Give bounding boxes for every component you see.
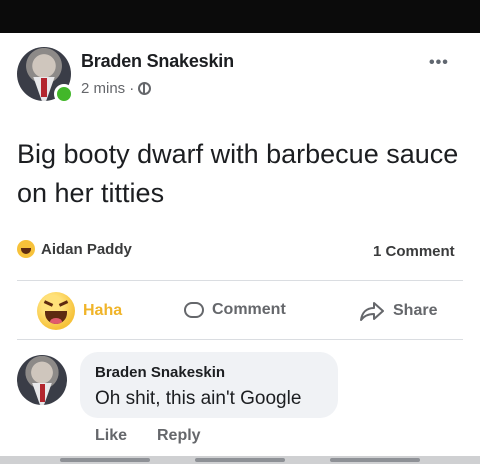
top-status-bar: [0, 0, 480, 33]
bottom-bar-segment: [195, 458, 285, 462]
comment-count-link[interactable]: 1 Comment: [373, 243, 455, 260]
share-icon: [360, 302, 384, 321]
post-timestamp[interactable]: 2 mins: [81, 80, 125, 97]
post-author-name[interactable]: Braden Snakeskin: [81, 51, 234, 72]
reactor-name: Aidan Paddy: [41, 240, 132, 258]
avatar-tie: [39, 384, 45, 402]
bottom-bar-segment: [60, 458, 150, 462]
haha-reaction-button[interactable]: Haha: [37, 292, 122, 330]
bottom-bar-segment: [330, 458, 420, 462]
comment-label: Comment: [212, 301, 286, 318]
haha-icon: [17, 240, 35, 258]
post-meta: 2 mins ·: [81, 80, 152, 97]
comment-button[interactable]: Comment: [184, 301, 286, 319]
globe-icon: [138, 82, 152, 95]
comment-author-name[interactable]: Braden Snakeskin: [95, 364, 225, 381]
like-link[interactable]: Like: [95, 427, 127, 445]
haha-label: Haha: [83, 302, 123, 319]
commenter-avatar[interactable]: [17, 355, 67, 405]
avatar-tie: [41, 78, 47, 98]
comment-icon: [184, 302, 204, 318]
more-options-button[interactable]: •••: [429, 54, 449, 72]
divider: [17, 339, 463, 340]
haha-icon: [37, 292, 75, 330]
comment-text: Oh shit, this ain't Google: [95, 388, 302, 409]
post-body-text: Big booty dwarf with barbecue sauce on h…: [17, 139, 459, 208]
bottom-scroll-bar: [0, 456, 480, 464]
reply-link[interactable]: Reply: [157, 427, 201, 445]
divider: [17, 280, 463, 281]
meta-separator: ·: [129, 80, 135, 97]
reaction-summary[interactable]: Aidan Paddy: [17, 240, 132, 258]
online-status-indicator: [54, 84, 74, 104]
share-button[interactable]: Share: [359, 301, 437, 321]
share-label: Share: [393, 302, 438, 319]
